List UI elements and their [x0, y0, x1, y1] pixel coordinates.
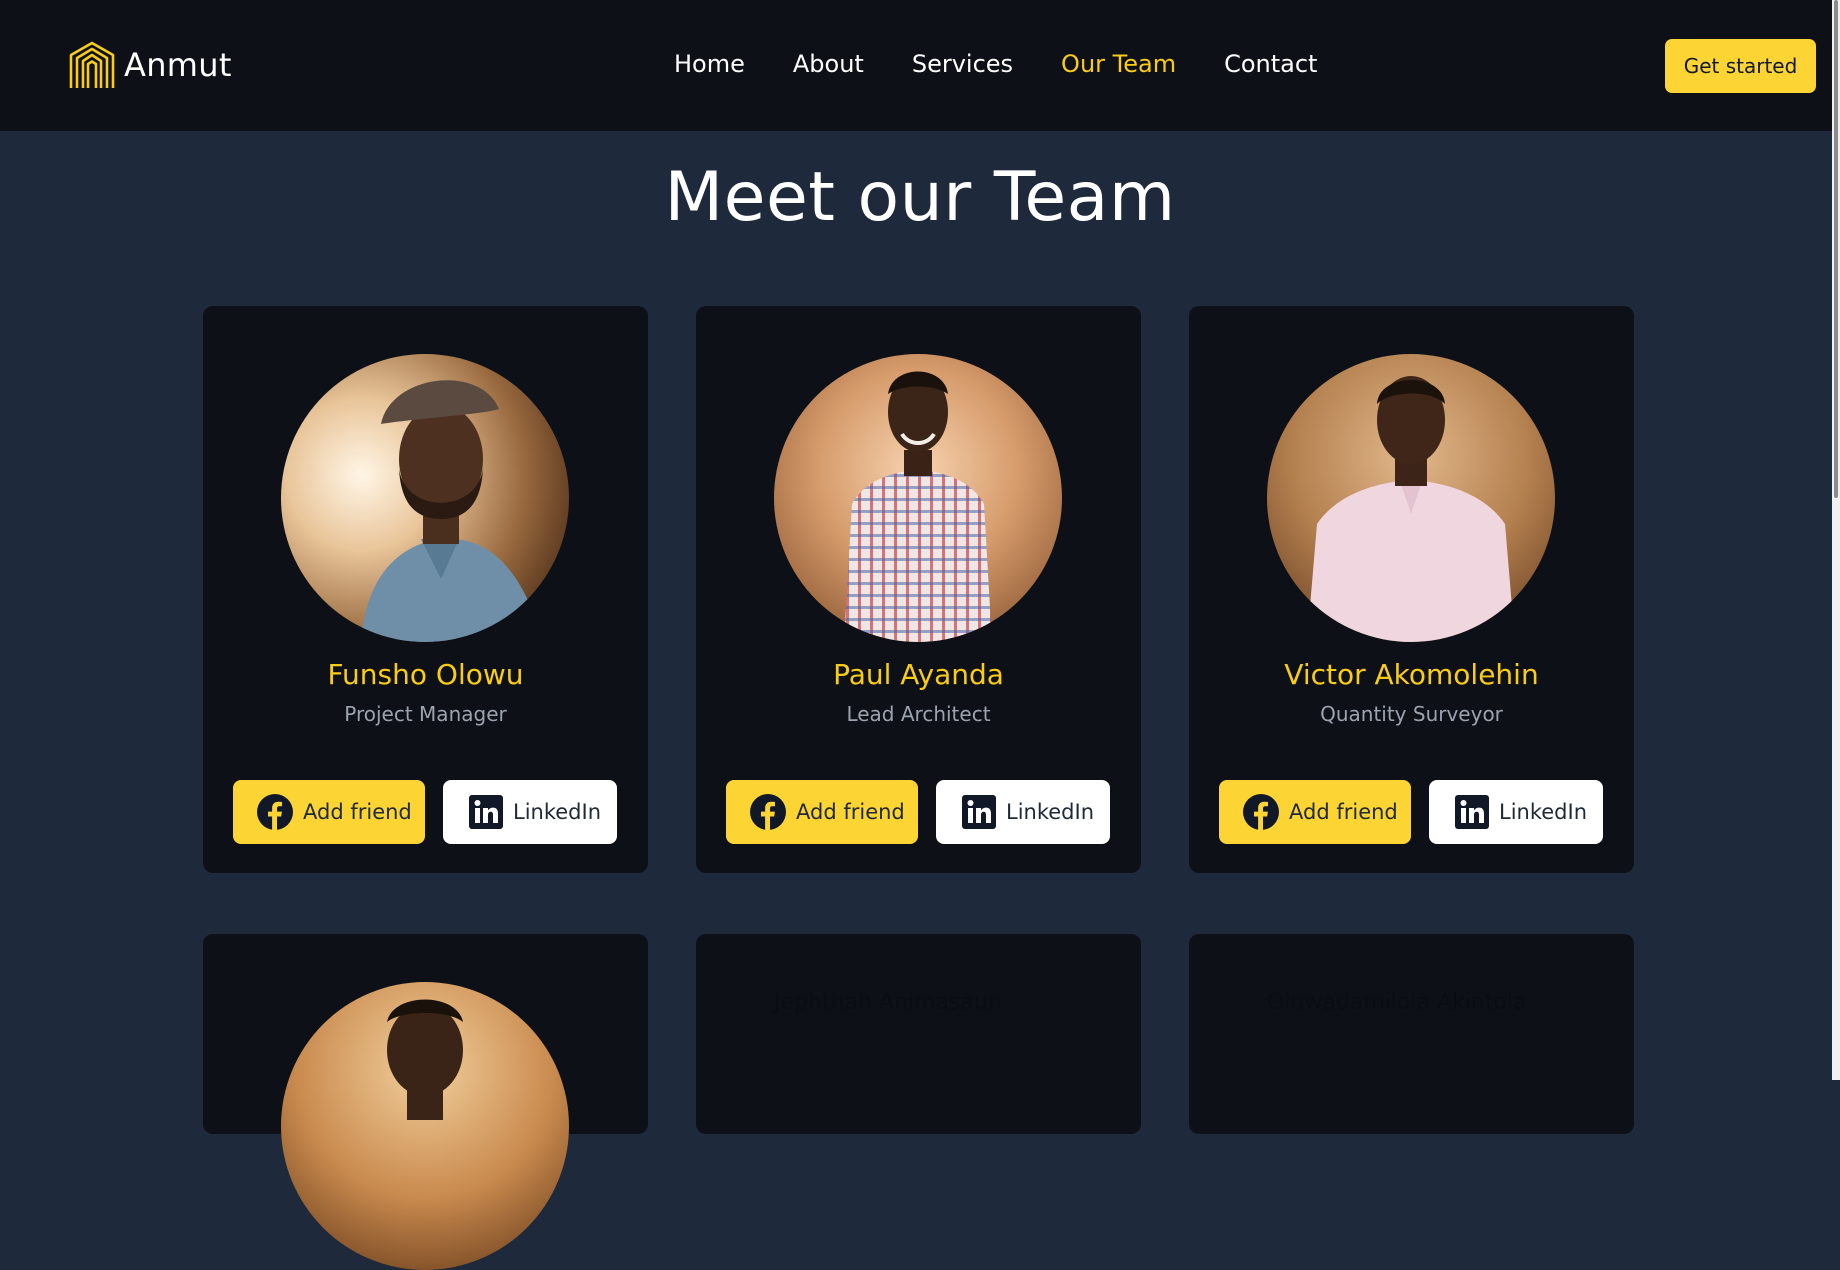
linkedin-button[interactable]: LinkedIn: [443, 780, 617, 844]
facebook-button-label: Add friend: [796, 800, 905, 824]
linkedin-icon: [962, 795, 996, 829]
page-title: Meet our Team: [664, 158, 1176, 237]
avatar: [774, 354, 1062, 642]
team-card: Jephthah Animasaun: [696, 934, 1141, 1134]
member-name: Paul Ayanda: [833, 658, 1004, 691]
facebook-add-friend-button[interactable]: Add friend: [1219, 780, 1411, 844]
avatar: [281, 354, 569, 642]
team-card: Oluwadamilola Akintola: [1189, 934, 1634, 1134]
avatar: [281, 982, 569, 1270]
facebook-add-friend-button[interactable]: Add friend: [233, 780, 425, 844]
nav-our-team[interactable]: Our Team: [1061, 50, 1176, 78]
linkedin-button-label: LinkedIn: [1006, 800, 1095, 824]
member-name: Victor Akomolehin: [1284, 658, 1539, 691]
linkedin-button[interactable]: LinkedIn: [936, 780, 1110, 844]
team-card: Victor Akomolehin Quantity Surveyor Add …: [1189, 306, 1634, 873]
brand-name: Anmut: [124, 46, 232, 84]
brand-logo-link[interactable]: Anmut: [69, 41, 232, 89]
site-header: Anmut Home About Services Our Team Conta…: [0, 0, 1832, 131]
nav-home[interactable]: Home: [674, 50, 745, 78]
member-role: Project Manager: [344, 702, 507, 726]
nav-contact[interactable]: Contact: [1224, 50, 1317, 78]
linkedin-button-label: LinkedIn: [1499, 800, 1588, 824]
team-card: [203, 934, 648, 1270]
facebook-icon: [750, 794, 786, 830]
main-nav: Home About Services Our Team Contact: [674, 50, 1317, 78]
facebook-button-label: Add friend: [303, 800, 412, 824]
facebook-add-friend-button[interactable]: Add friend: [726, 780, 918, 844]
arch-logo-icon: [69, 41, 115, 88]
linkedin-button[interactable]: LinkedIn: [1429, 780, 1603, 844]
member-name: Oluwadamilola Akintola: [1267, 990, 1527, 1015]
nav-services[interactable]: Services: [912, 50, 1013, 78]
member-name: Funsho Olowu: [327, 658, 524, 691]
facebook-button-label: Add friend: [1289, 800, 1398, 824]
team-card: Paul Ayanda Lead Architect Add friend Li…: [696, 306, 1141, 873]
linkedin-button-label: LinkedIn: [513, 800, 602, 824]
linkedin-icon: [1455, 795, 1489, 829]
scrollbar-thumb[interactable]: [1834, 0, 1838, 498]
member-role: Lead Architect: [846, 702, 991, 726]
facebook-icon: [1243, 794, 1279, 830]
get-started-button[interactable]: Get started: [1665, 39, 1816, 93]
member-role: Quantity Surveyor: [1320, 702, 1503, 726]
team-card: Funsho Olowu Project Manager Add friend …: [203, 306, 648, 873]
nav-about[interactable]: About: [793, 50, 864, 78]
avatar: [1267, 354, 1555, 642]
facebook-icon: [257, 794, 293, 830]
member-name: Jephthah Animasaun: [774, 990, 1002, 1015]
linkedin-icon: [469, 795, 503, 829]
